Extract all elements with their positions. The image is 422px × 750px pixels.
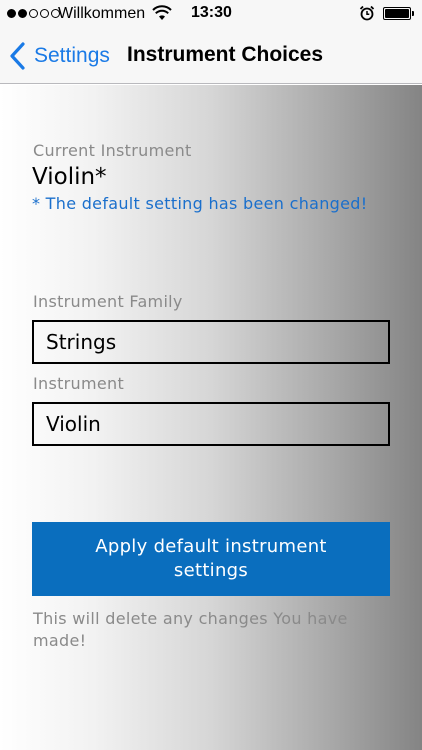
instrument-family-selector[interactable]: Strings (32, 320, 390, 364)
navigation-bar: Settings Instrument Choices (0, 28, 422, 84)
current-instrument-label: Current Instrument (33, 141, 192, 160)
instrument-selector[interactable]: Violin (32, 402, 390, 446)
main-content: Current Instrument Violin* * The default… (0, 85, 422, 750)
apply-button-label: Apply default instrument settings (95, 536, 327, 581)
back-button-label: Settings (34, 44, 110, 67)
current-instrument-value: Violin* (32, 164, 107, 190)
back-button[interactable]: Settings (8, 40, 110, 72)
apply-default-settings-button[interactable]: Apply default instrument settings (32, 522, 390, 596)
chevron-left-icon (10, 42, 25, 70)
page-title: Instrument Choices (127, 43, 324, 66)
instrument-value: Violin (46, 412, 101, 436)
status-bar: Willkommen 13:30 (0, 0, 422, 28)
instrument-family-label: Instrument Family (33, 292, 183, 311)
changed-note: * The default setting has been changed! (32, 194, 368, 213)
carrier-name: Willkommen (58, 5, 146, 22)
battery-icon (383, 7, 414, 20)
clock: 13:30 (191, 4, 232, 21)
instrument-label: Instrument (33, 374, 125, 393)
wifi-icon (152, 5, 172, 20)
signal-strength-icon (7, 9, 60, 18)
warning-text: This will delete any changes You have ma… (33, 609, 348, 650)
instrument-family-value: Strings (46, 330, 117, 354)
alarm-icon (359, 5, 375, 21)
